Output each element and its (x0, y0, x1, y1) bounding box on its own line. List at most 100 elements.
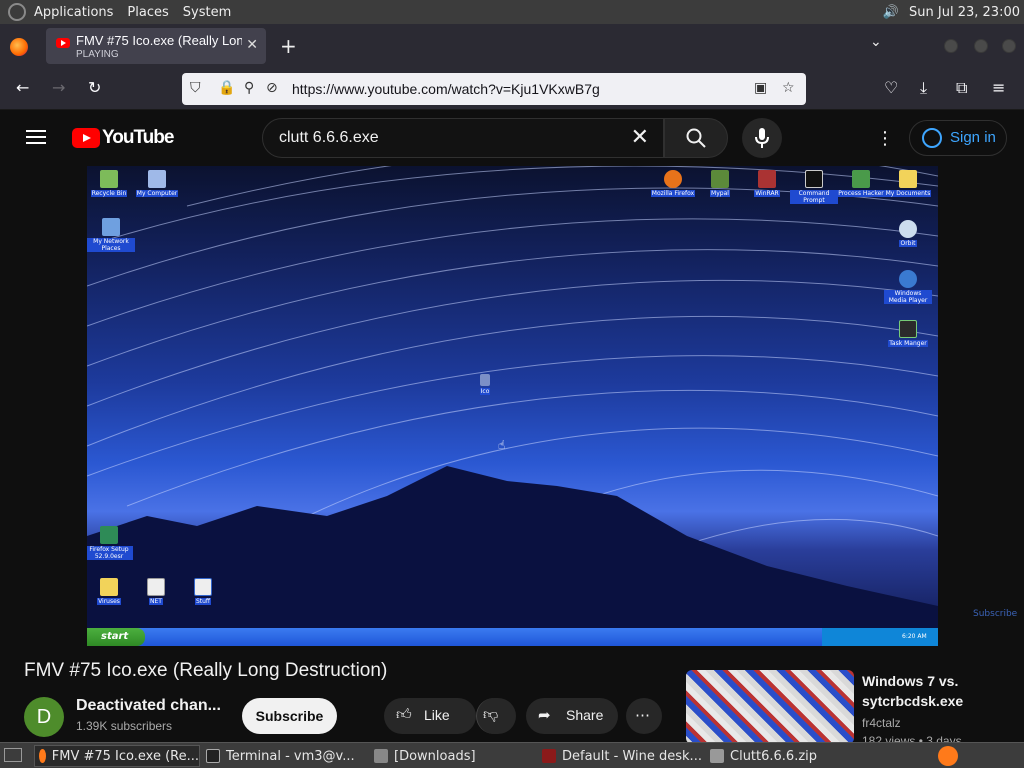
search-input[interactable]: clutt 6.6.6.exe ✕ (262, 118, 664, 158)
desktop-icon-network[interactable]: My Network Places (87, 218, 135, 252)
youtube-favicon-icon (56, 38, 70, 48)
picture-in-picture-icon[interactable]: ▣ (754, 80, 767, 96)
menu-icon[interactable]: ≡ (992, 78, 1005, 97)
autoplay-blocked-icon[interactable]: ⊘ (266, 80, 278, 96)
url-bar[interactable]: ⛉ 🔒 ⚲ ⊘ https://www.youtube.com/watch?v=… (182, 73, 806, 105)
xp-start-button[interactable]: start (87, 628, 145, 646)
desktop-icon-task-manager[interactable]: Task Manger (884, 320, 932, 347)
taskbar-item-firefox[interactable]: FMV #75 Ico.exe (Re... (34, 745, 200, 767)
desktop-icon-viruses[interactable]: Viruses (87, 578, 133, 605)
desktop-icon-orbit[interactable]: Orbit (884, 220, 932, 247)
desktop-icon-winrar[interactable]: WinRAR (743, 170, 791, 197)
microphone-icon (755, 128, 769, 148)
desktop-icon-process-hacker[interactable]: Process Hacker (837, 170, 885, 197)
voice-search-button[interactable] (742, 118, 782, 158)
channel-name[interactable]: Deactivated chan... (76, 697, 221, 715)
taskbar-item-wine[interactable]: Default - Wine desk... (538, 745, 704, 767)
taskbar-item-zip[interactable]: Clutt6.6.6.zip (706, 745, 872, 767)
workspace-switcher-icon[interactable] (938, 746, 958, 766)
permissions-icon[interactable]: ⚲ (244, 80, 254, 96)
command-prompt-icon (805, 170, 823, 188)
desktop-icon-recycle-bin[interactable]: Recycle Bin (87, 170, 133, 197)
maximize-button[interactable] (974, 39, 988, 53)
thumbs-up-icon: 👍︎ (396, 706, 412, 723)
desktop-icon-media-player[interactable]: Windows Media Player (884, 270, 932, 304)
taskbar-item-terminal[interactable]: Terminal - vm3@v... (202, 745, 368, 767)
search-value[interactable]: clutt 6.6.6.exe (279, 129, 379, 147)
downloads-icon[interactable]: ⤓ (920, 78, 927, 98)
gnome-foot-icon[interactable] (8, 3, 26, 21)
taskbar-item-label: FMV #75 Ico.exe (Re... (51, 748, 199, 764)
desktop-icon-label: My Documents (884, 190, 932, 197)
clear-search-icon[interactable]: ✕ (631, 125, 649, 150)
desktop-icon-ico[interactable]: Ico (461, 374, 509, 395)
extensions-icon[interactable]: ⧉ (956, 78, 967, 98)
desktop-icon-firefox-setup[interactable]: Firefox Setup 52.9.0esr (87, 526, 133, 560)
nav-bar: ← → ↻ ⛉ 🔒 ⚲ ⊘ https://www.youtube.com/wa… (0, 68, 1024, 110)
mypal-icon (711, 170, 729, 188)
youtube-logo[interactable]: YouTube (72, 127, 174, 149)
xp-system-tray: 6:20 AM (822, 628, 938, 646)
chevron-down-icon[interactable]: ⌄ (870, 34, 882, 50)
winrar-icon (758, 170, 776, 188)
desktop-icon-label: My Network Places (87, 238, 135, 252)
reload-icon[interactable]: ↻ (88, 78, 101, 97)
clock[interactable]: Sun Jul 23, 23:00 (909, 5, 1020, 20)
dislike-button[interactable]: 👎︎ (476, 698, 516, 734)
sign-in-button[interactable]: Sign in (909, 120, 1007, 156)
settings-kebab-icon[interactable]: ⋮ (876, 128, 894, 149)
top-panel: Applications Places System 🔊 Sun Jul 23,… (0, 0, 1024, 24)
desktop-icon-label: Command Prompt (790, 190, 838, 204)
desktop-icon-stuff[interactable]: Stuff (179, 578, 227, 605)
desktop-icon-mypal[interactable]: Mypal (696, 170, 744, 197)
video-player[interactable]: Recycle Bin My Computer My Network Place… (87, 166, 938, 646)
like-button[interactable]: 👍︎ Like (384, 698, 476, 734)
desktop-icon-my-computer[interactable]: My Computer (133, 170, 181, 197)
more-actions-button[interactable]: ⋯ (626, 698, 662, 734)
related-video-title[interactable]: Windows 7 vs. sytcrbcdsk.exe (862, 671, 1012, 711)
guide-menu-icon[interactable] (26, 130, 46, 144)
tab-strip: FMV #75 Ico.exe (Really Lon PLAYING ✕ + … (0, 24, 1024, 68)
subscribe-watermark[interactable]: Subscribe (973, 609, 1017, 619)
forward-arrow-icon[interactable]: → (52, 78, 65, 97)
terminal-icon (206, 749, 220, 763)
taskbar-item-downloads[interactable]: [Downloads] (370, 745, 536, 767)
media-player-icon (899, 270, 917, 288)
volume-icon[interactable]: 🔊 (883, 5, 899, 20)
desktop-icon-net[interactable]: NET (132, 578, 180, 605)
places-menu[interactable]: Places (127, 5, 168, 20)
stuff-window-icon (194, 578, 212, 596)
bottom-taskbar: FMV #75 Ico.exe (Re... Terminal - vm3@v.… (0, 742, 1024, 768)
share-button[interactable]: ➦ Share (526, 698, 618, 734)
system-menu[interactable]: System (183, 5, 231, 20)
show-desktop-icon[interactable] (4, 748, 22, 762)
shield-icon[interactable]: ⛉ (190, 80, 201, 96)
bookmark-star-icon[interactable]: ☆ (782, 80, 795, 96)
search-button[interactable] (664, 118, 728, 158)
desktop-icon-cmd[interactable]: Command Prompt (790, 170, 838, 204)
desktop-icon-firefox[interactable]: Mozilla Firefox (649, 170, 697, 197)
desktop-icon-my-documents[interactable]: My Documents (884, 170, 932, 197)
channel-avatar[interactable]: D (24, 697, 64, 737)
url-text[interactable]: https://www.youtube.com/watch?v=Kju1VKxw… (292, 81, 600, 97)
applications-menu[interactable]: Applications (34, 5, 113, 20)
related-video-thumbnail[interactable] (686, 670, 854, 744)
youtube-wordmark: YouTube (102, 127, 174, 148)
pocket-icon[interactable]: ♡ (884, 78, 898, 97)
back-arrow-icon[interactable]: ← (16, 78, 29, 97)
search-icon (686, 128, 706, 148)
thumbs-down-icon: 👎︎ (483, 706, 499, 723)
desktop-icon-label: Task Manger (888, 340, 928, 347)
net-window-icon (147, 578, 165, 596)
firefox-view-icon[interactable] (10, 38, 28, 56)
subscribe-button[interactable]: Subscribe (242, 698, 337, 734)
related-video-channel[interactable]: fr4ctalz (862, 716, 901, 730)
close-window-button[interactable] (1002, 39, 1016, 53)
minimize-button[interactable] (944, 39, 958, 53)
youtube-header: YouTube clutt 6.6.6.exe ✕ ⋮ Sign in (0, 110, 1024, 166)
tab-youtube[interactable]: FMV #75 Ico.exe (Really Lon PLAYING ✕ (46, 28, 266, 64)
tab-playing-label: PLAYING (76, 49, 119, 60)
new-tab-icon[interactable]: + (280, 34, 297, 58)
lock-icon[interactable]: 🔒 (218, 80, 235, 96)
tab-close-icon[interactable]: ✕ (246, 37, 258, 53)
